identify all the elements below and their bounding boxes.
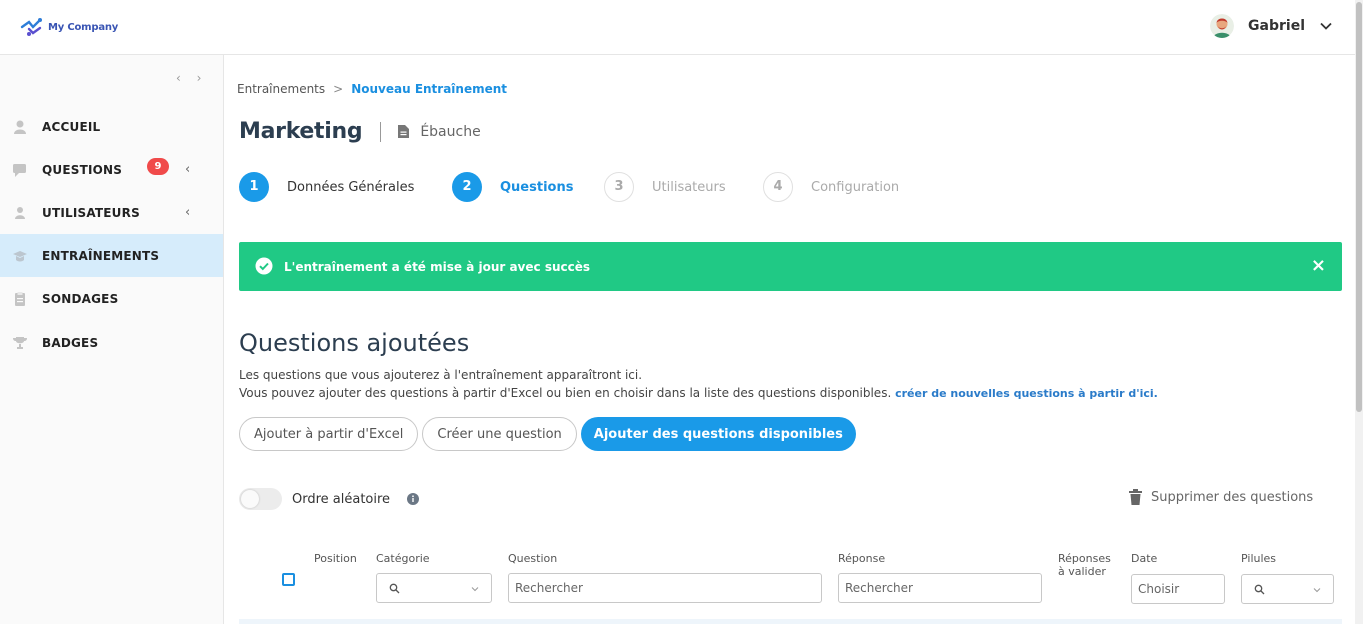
step-label: Questions bbox=[500, 179, 574, 195]
breadcrumb-current: Nouveau Entraînement bbox=[351, 82, 508, 96]
random-order-label: Ordre aléatoire bbox=[292, 492, 391, 507]
column-header-to-validate[interactable]: Réponses à valider bbox=[1058, 552, 1111, 578]
breadcrumb-parent[interactable]: Entraînements bbox=[237, 82, 325, 96]
column-header-pills[interactable]: Pilules bbox=[1241, 552, 1276, 565]
sidebar-item-questions[interactable]: QUESTIONS ‹ bbox=[0, 148, 223, 191]
chevron-down-icon bbox=[1313, 588, 1321, 593]
date-picker-input[interactable] bbox=[1131, 574, 1225, 604]
user-name: Gabriel bbox=[1248, 18, 1305, 34]
sidebar-item-label: ACCUEIL bbox=[42, 119, 101, 134]
clipboard-icon bbox=[15, 291, 25, 306]
user-menu[interactable]: Gabriel bbox=[1210, 14, 1333, 38]
alert-message: L'entraînement a été mise à jour avec su… bbox=[284, 259, 591, 274]
column-header-answer[interactable]: Réponse bbox=[838, 552, 885, 565]
top-bar: My Company Gabriel bbox=[0, 0, 1355, 55]
title-divider bbox=[380, 121, 382, 142]
page-title: Marketing bbox=[239, 119, 363, 144]
section-title: Questions ajoutées bbox=[239, 329, 470, 357]
chevron-left-icon[interactable]: ‹ bbox=[185, 162, 190, 177]
document-icon bbox=[398, 125, 410, 138]
avatar[interactable] bbox=[1210, 14, 1235, 38]
create-question-button[interactable]: Créer une question bbox=[422, 417, 577, 451]
page-scrollbar-thumb[interactable] bbox=[1356, 2, 1362, 412]
main-content: Entraînements > Nouveau Entraînement Mar… bbox=[224, 55, 1355, 624]
status-label: Ébauche bbox=[420, 123, 481, 140]
chevron-down-icon bbox=[471, 587, 479, 592]
questions-count-badge: 9 bbox=[147, 158, 169, 175]
chat-icon bbox=[13, 163, 26, 177]
sidebar-item-accueil[interactable]: ACCUEIL bbox=[0, 105, 223, 148]
page-title-row: Marketing Ébauche bbox=[239, 119, 481, 144]
step-donnees-generales[interactable]: 1 Données Générales bbox=[239, 172, 414, 202]
sidebar-collapse-toggle[interactable]: ‹ › bbox=[176, 71, 207, 85]
trash-icon bbox=[1129, 489, 1142, 505]
user-icon bbox=[15, 206, 25, 219]
step-label: Configuration bbox=[811, 179, 900, 195]
random-order-toggle[interactable] bbox=[239, 488, 282, 510]
column-header-question[interactable]: Question bbox=[508, 552, 557, 565]
section-description-2: Vous pouvez ajouter des questions à part… bbox=[239, 386, 1158, 400]
column-header-category[interactable]: Catégorie bbox=[376, 552, 430, 565]
step-label: Utilisateurs bbox=[652, 179, 726, 195]
company-logo[interactable]: My Company bbox=[20, 16, 118, 38]
breadcrumb: Entraînements > Nouveau Entraînement bbox=[237, 82, 507, 96]
sidebar-item-label: ENTRAÎNEMENTS bbox=[42, 248, 160, 263]
import-excel-button[interactable]: Ajouter à partir d'Excel bbox=[239, 417, 419, 451]
section-description: Les questions que vous ajouterez à l'ent… bbox=[239, 368, 643, 382]
logo-text: My Company bbox=[48, 21, 119, 33]
page-scrollbar[interactable] bbox=[1355, 0, 1363, 624]
create-questions-link[interactable]: créer de nouvelles questions à partir d'… bbox=[895, 387, 1158, 400]
info-icon[interactable] bbox=[407, 493, 419, 505]
toggle-knob bbox=[241, 490, 259, 508]
sidebar-item-badges[interactable]: BADGES bbox=[0, 321, 223, 364]
step-configuration[interactable]: 4 Configuration bbox=[763, 172, 899, 202]
step-questions[interactable]: 2 Questions bbox=[452, 172, 573, 202]
sidebar-item-label: QUESTIONS bbox=[42, 162, 123, 177]
sidebar: ‹ › ACCUEIL QUESTIONS ‹ 9 UTILISATEURS ‹… bbox=[0, 55, 224, 624]
check-circle-icon bbox=[255, 257, 273, 275]
sidebar-item-label: UTILISATEURS bbox=[42, 205, 140, 220]
answer-search-input[interactable] bbox=[838, 573, 1042, 603]
breadcrumb-separator: > bbox=[333, 82, 344, 96]
home-icon bbox=[14, 120, 26, 134]
delete-questions-label: Supprimer des questions bbox=[1151, 489, 1314, 505]
delete-questions-button[interactable]: Supprimer des questions bbox=[1129, 489, 1313, 505]
select-all-checkbox[interactable] bbox=[282, 573, 295, 586]
column-header-to-validate-line2: à valider bbox=[1058, 565, 1106, 578]
step-utilisateurs[interactable]: 3 Utilisateurs bbox=[604, 172, 726, 202]
step-number: 2 bbox=[452, 172, 482, 202]
sidebar-item-utilisateurs[interactable]: UTILISATEURS ‹ bbox=[0, 191, 223, 234]
pills-filter-select[interactable] bbox=[1241, 574, 1334, 604]
sidebar-item-label: BADGES bbox=[42, 335, 99, 350]
success-alert: L'entraînement a été mise à jour avec su… bbox=[239, 242, 1342, 291]
question-search-input[interactable] bbox=[508, 573, 822, 603]
chevron-down-icon[interactable] bbox=[1319, 19, 1333, 33]
trophy-icon bbox=[13, 336, 27, 349]
sidebar-item-entrainements[interactable]: ENTRAÎNEMENTS bbox=[0, 234, 223, 277]
graduation-cap-icon bbox=[13, 250, 27, 261]
table-body-edge bbox=[239, 619, 1342, 624]
search-icon bbox=[389, 583, 400, 594]
column-header-to-validate-line1: Réponses bbox=[1058, 552, 1111, 565]
add-available-questions-button[interactable]: Ajouter des questions disponibles bbox=[580, 417, 856, 451]
sidebar-item-sondages[interactable]: SONDAGES bbox=[0, 277, 223, 320]
step-label: Données Générales bbox=[287, 179, 415, 195]
close-icon[interactable]: × bbox=[1311, 255, 1326, 276]
category-filter-select[interactable] bbox=[376, 573, 492, 603]
step-number: 3 bbox=[604, 172, 634, 202]
add-questions-buttons: Ajouter à partir d'Excel Créer une quest… bbox=[239, 417, 856, 451]
step-number: 1 bbox=[239, 172, 269, 202]
column-header-position[interactable]: Position bbox=[314, 552, 357, 565]
column-header-date[interactable]: Date bbox=[1131, 552, 1157, 565]
search-icon bbox=[1254, 584, 1265, 595]
section-description-text: Vous pouvez ajouter des questions à part… bbox=[239, 386, 892, 400]
logo-mark-icon bbox=[20, 18, 42, 36]
sidebar-item-label: SONDAGES bbox=[42, 291, 119, 306]
step-number: 4 bbox=[763, 172, 793, 202]
chevron-left-icon[interactable]: ‹ bbox=[185, 205, 190, 220]
